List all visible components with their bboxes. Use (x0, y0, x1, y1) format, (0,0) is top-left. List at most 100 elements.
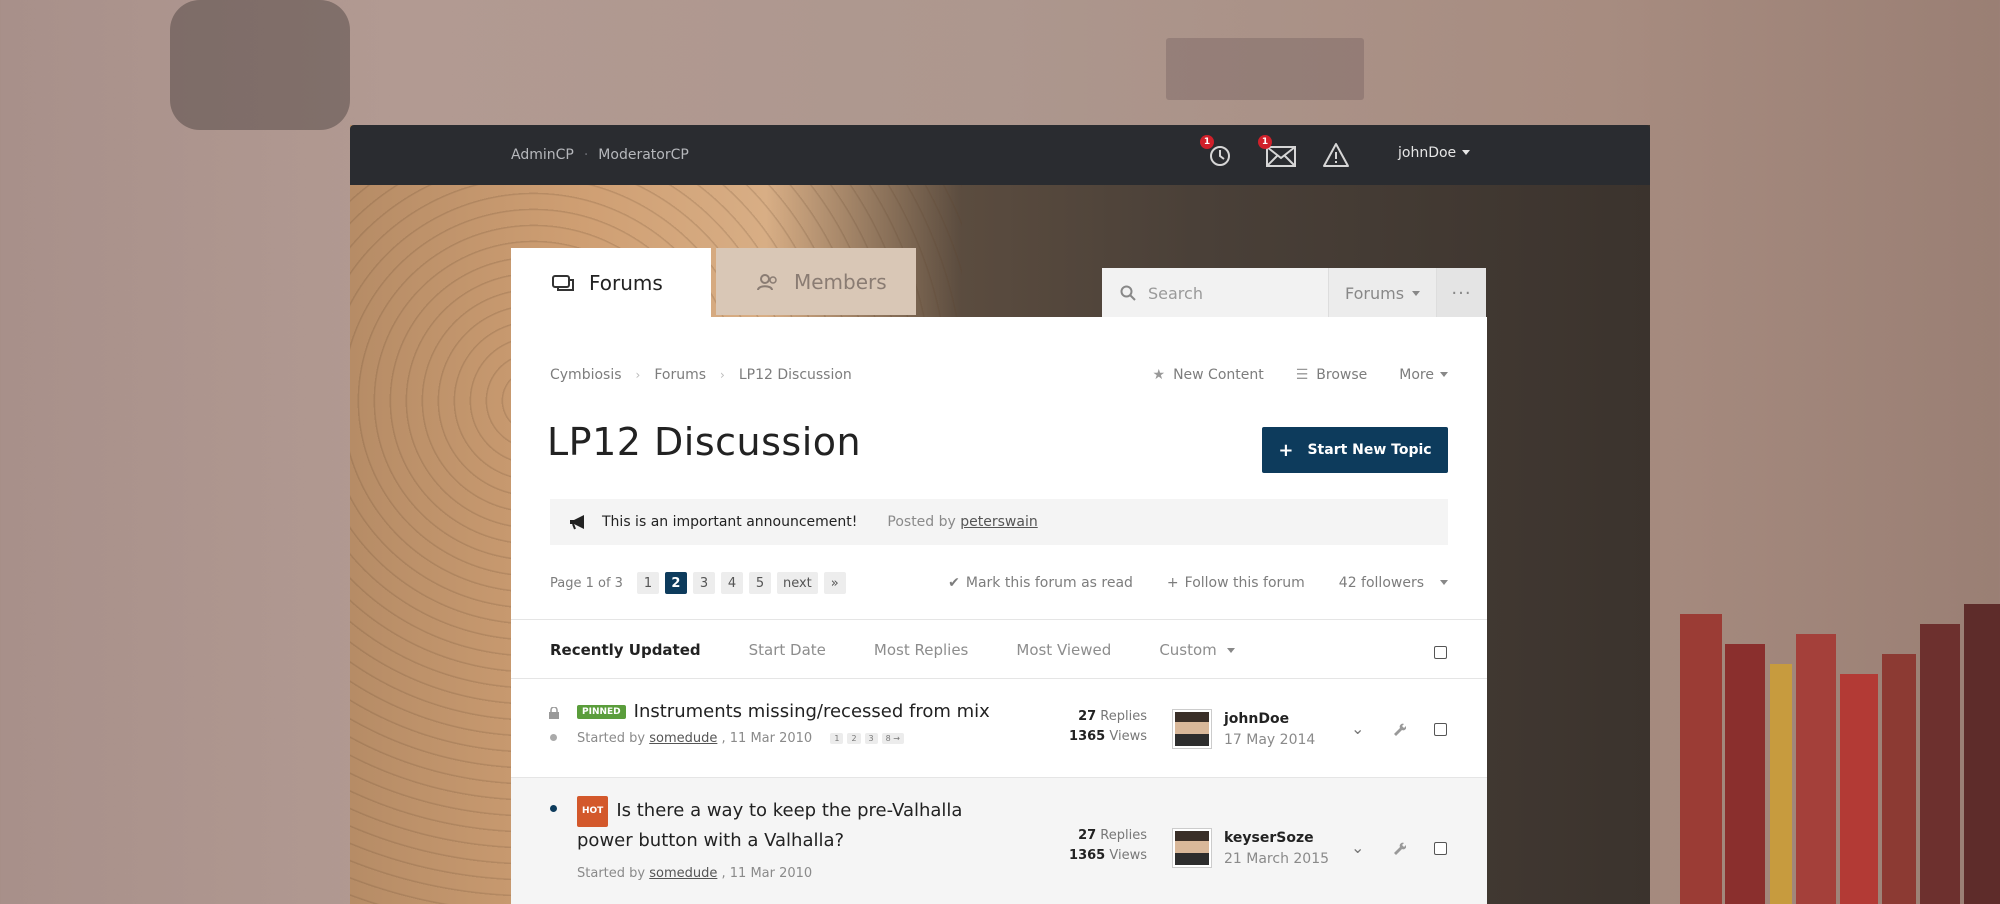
admin-links: AdminCP · ModeratorCP (511, 147, 689, 163)
followers-dropdown[interactable]: 42 followers (1339, 575, 1448, 591)
avatar[interactable] (1172, 709, 1212, 749)
topic-row[interactable]: PINNED Instruments missing/recessed from … (511, 679, 1487, 777)
check-icon: ✔ (948, 575, 960, 591)
reply-count-value: 27 (1078, 828, 1097, 843)
plus-icon: + (1278, 439, 1294, 461)
messages-button[interactable]: 1 (1258, 135, 1298, 169)
sort-most-viewed[interactable]: Most Viewed (1016, 641, 1111, 659)
page-link-1[interactable]: 1 (636, 572, 659, 594)
avatar[interactable] (1172, 828, 1212, 868)
search-icon (1120, 285, 1136, 301)
views-label: Views (1109, 848, 1147, 863)
background-blur-element (1166, 38, 1364, 100)
tab-members-label: Members (794, 269, 887, 294)
page-link-current[interactable]: 2 (664, 572, 687, 594)
wrench-icon[interactable] (1392, 841, 1406, 855)
page-indicator: Page 1 of 3 (550, 575, 623, 591)
topic-page-link[interactable]: 8 → (881, 733, 904, 744)
topic-page-link[interactable]: 1 (830, 733, 844, 744)
topic-author-link[interactable]: somedude (649, 866, 717, 881)
new-content-link[interactable]: ★ New Content (1153, 367, 1264, 383)
sort-custom-label: Custom (1159, 641, 1217, 659)
select-all-checkbox[interactable] (1434, 646, 1447, 659)
posted-by-label: Posted by (887, 514, 956, 530)
breadcrumb: Cymbiosis › Forums › LP12 Discussion (550, 367, 852, 383)
topic-row[interactable]: HOT Is there a way to keep the pre-Valhal… (511, 778, 1487, 904)
next-page-link[interactable]: next (776, 572, 818, 594)
nav-separator: · (583, 147, 589, 163)
page-link-4[interactable]: 4 (720, 572, 743, 594)
search-input[interactable]: Search (1102, 268, 1328, 318)
sort-most-replies[interactable]: Most Replies (874, 641, 968, 659)
topic-title-line: PINNED Instruments missing/recessed from … (577, 701, 990, 722)
sort-recently-updated[interactable]: Recently Updated (550, 641, 701, 659)
tab-forums[interactable]: Forums (511, 248, 711, 318)
reports-button[interactable] (1322, 141, 1350, 169)
search-bar: Search Forums ··· (1102, 268, 1486, 318)
browse-label: Browse (1316, 367, 1368, 383)
notifications-button[interactable]: 1 (1200, 135, 1234, 169)
topic-page-link[interactable]: 3 (864, 733, 878, 744)
star-icon: ★ (1152, 367, 1166, 383)
announcement-text: This is an important announcement! (602, 514, 858, 530)
topic-select-checkbox[interactable] (1434, 842, 1447, 855)
search-options-button[interactable]: ··· (1436, 268, 1486, 318)
tab-members[interactable]: Members (716, 248, 916, 315)
breadcrumb-current[interactable]: LP12 Discussion (739, 367, 852, 383)
followers-count: 42 followers (1338, 575, 1424, 591)
topic-select-checkbox[interactable] (1434, 723, 1447, 736)
breadcrumb-forums[interactable]: Forums (654, 367, 706, 383)
background-bookshelf (1650, 450, 2000, 904)
more-dropdown[interactable]: More (1399, 367, 1448, 383)
last-poster-link[interactable]: johnDoe (1224, 711, 1289, 727)
admincp-link[interactable]: AdminCP (511, 147, 574, 163)
reply-count-value: 27 (1078, 709, 1097, 724)
topic-page-link[interactable]: 2 (847, 733, 861, 744)
announcement-meta: Posted by peterswain (887, 514, 1037, 530)
announcement-author-link[interactable]: peterswain (960, 514, 1037, 530)
forum-actions: ✔ Mark this forum as read + Follow this fo… (948, 575, 1448, 591)
moderatorcp-link[interactable]: ModeratorCP (598, 147, 689, 163)
search-scope-dropdown[interactable]: Forums (1328, 268, 1436, 318)
breadcrumb-cymbiosis[interactable]: Cymbiosis (550, 367, 622, 383)
topic-author-link[interactable]: somedude (649, 731, 717, 746)
more-options-icon: ··· (1451, 282, 1472, 304)
topic-title-link[interactable]: Is there a way to keep the pre-Valhalla (616, 800, 962, 821)
page-link-5[interactable]: 5 (748, 572, 771, 594)
mark-read-link[interactable]: ✔ Mark this forum as read (948, 575, 1133, 591)
last-post-date: 17 May 2014 (1224, 732, 1316, 748)
notifications-badge: 1 (1200, 135, 1214, 149)
announcement-bar[interactable]: This is an important announcement! Poste… (550, 499, 1448, 545)
browse-link[interactable]: ☰ Browse (1296, 367, 1368, 383)
last-poster-link[interactable]: keyserSoze (1224, 830, 1314, 846)
caret-down-icon (1462, 150, 1471, 155)
follow-forum-link[interactable]: + Follow this forum (1167, 575, 1305, 591)
menu-icon: ☰ (1295, 367, 1309, 383)
chevron-down-icon[interactable]: ⌄ (1351, 719, 1364, 738)
start-new-topic-button[interactable]: + Start New Topic (1262, 427, 1448, 473)
sort-custom[interactable]: Custom (1159, 641, 1235, 659)
divider (511, 619, 1487, 620)
sort-start-date[interactable]: Start Date (749, 641, 826, 659)
reply-count: 27 Replies (1069, 826, 1147, 846)
page-title: LP12 Discussion (547, 420, 862, 464)
chevron-right-icon: › (635, 368, 641, 382)
avatar-image (1175, 712, 1209, 746)
forums-icon (552, 275, 574, 291)
members-icon (757, 273, 777, 290)
started-by-label: Started by (577, 866, 646, 881)
topic-title-line: HOT Is there a way to keep the pre-Valhal… (577, 796, 997, 854)
username: johnDoe (1398, 145, 1457, 161)
pagination: Page 1 of 3 1 2 3 4 5 next » (550, 572, 846, 594)
user-menu[interactable]: johnDoe (1398, 145, 1471, 161)
quick-links: ★ New Content ☰ Browse More (1153, 367, 1448, 383)
topic-title-link[interactable]: Instruments missing/recessed from mix (634, 701, 990, 722)
wrench-icon[interactable] (1392, 722, 1406, 736)
page-link-3[interactable]: 3 (692, 572, 715, 594)
chevron-down-icon[interactable]: ⌄ (1351, 838, 1364, 857)
unread-status-dot (550, 805, 557, 812)
topic-meta: Started by somedude , 11 Mar 2010 (577, 866, 812, 881)
last-page-link[interactable]: » (823, 572, 846, 594)
topic-title-link-continued[interactable]: power button with a Valhalla? (577, 830, 844, 851)
start-new-topic-label: Start New Topic (1307, 442, 1432, 458)
